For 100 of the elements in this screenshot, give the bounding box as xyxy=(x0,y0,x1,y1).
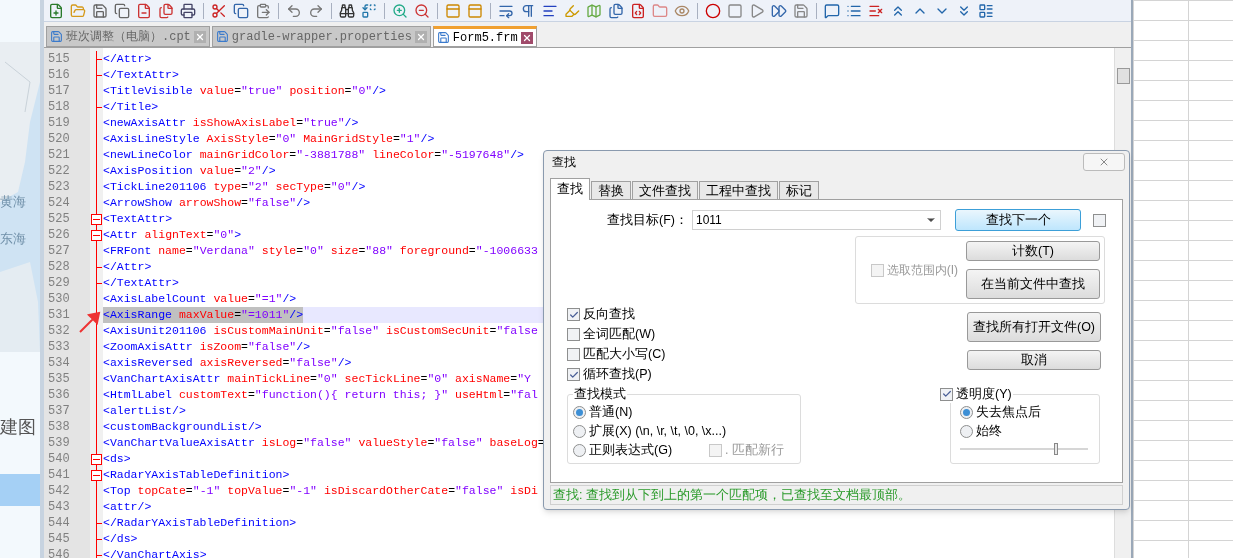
checkbox[interactable] xyxy=(567,368,580,381)
line-number: 531 xyxy=(47,307,71,323)
slider-thumb[interactable] xyxy=(1054,443,1058,455)
line-number: 538 xyxy=(47,419,71,435)
record-icon[interactable] xyxy=(705,2,721,19)
dialog-tab[interactable]: 替换 xyxy=(591,181,631,199)
checkbox[interactable] xyxy=(1093,213,1106,227)
panel-icon[interactable] xyxy=(445,2,461,19)
redo-icon[interactable] xyxy=(308,2,324,19)
fold-toggle[interactable] xyxy=(91,230,102,241)
line-number: 519 xyxy=(47,115,71,131)
line-number: 523 xyxy=(47,179,71,195)
highlighter-icon[interactable] xyxy=(564,2,580,19)
check-icon xyxy=(568,369,579,380)
save-icon[interactable] xyxy=(92,2,108,19)
close-file-icon[interactable] xyxy=(136,2,152,19)
line-number: 525 xyxy=(47,211,71,227)
line-number: 546 xyxy=(47,547,71,558)
option-label: 全词匹配(W) xyxy=(583,326,656,344)
line-number: 522 xyxy=(47,163,71,179)
arrow-annotation xyxy=(79,311,101,333)
line-number: 532 xyxy=(47,323,71,339)
paste-icon[interactable] xyxy=(255,2,271,19)
line-number: 517 xyxy=(47,83,71,99)
check-icon xyxy=(568,309,579,320)
code-line: <FRFont name="Verdana" style="0" size="88" foreground="-1006633 xyxy=(103,243,538,259)
dialog-tab[interactable]: 查找 xyxy=(550,178,590,200)
code-line: </Attr> xyxy=(103,51,152,67)
comment-icon[interactable] xyxy=(824,2,840,19)
close-all-icon[interactable] xyxy=(158,2,174,19)
cut-icon[interactable] xyxy=(211,2,227,19)
line-number: 526 xyxy=(47,227,71,243)
play-icon[interactable] xyxy=(749,2,765,19)
file-tab[interactable]: 班次调整（电脑）.cpt xyxy=(46,26,210,47)
save-macro-icon[interactable] xyxy=(793,2,809,19)
fast-forward-icon[interactable] xyxy=(771,2,787,19)
new-file-icon[interactable] xyxy=(48,2,64,19)
line-number: 544 xyxy=(47,515,71,531)
code-line: <AxisUnit201106 isCustomMainUnit="false" isCustomSecUnit="false xyxy=(103,323,538,339)
pilcrow-icon[interactable] xyxy=(520,2,536,19)
line-number: 518 xyxy=(47,99,71,115)
undo-icon[interactable] xyxy=(286,2,302,19)
checkbox[interactable] xyxy=(567,348,580,361)
code-line: </Title> xyxy=(103,99,159,115)
find-next-button[interactable]: 查找下一个 xyxy=(955,209,1081,231)
radio-button[interactable] xyxy=(960,425,973,438)
fold-toggle[interactable] xyxy=(91,470,102,481)
dialog-tab[interactable]: 标记 xyxy=(779,181,819,199)
zoom-in-icon[interactable] xyxy=(392,2,408,19)
line-number: 541 xyxy=(47,467,71,483)
code-line: <customBackgroundList/> xyxy=(103,419,262,435)
option-label: 选取范围内(I) xyxy=(886,262,958,279)
close-icon xyxy=(415,31,426,42)
dialog-button[interactable]: 在当前文件中查找 xyxy=(966,269,1100,299)
dialog-button[interactable]: 取消 xyxy=(967,350,1101,370)
line-number: 515 xyxy=(47,51,71,67)
map-label: 黄海 xyxy=(0,193,26,211)
files-icon[interactable] xyxy=(608,2,624,19)
close-tab-button[interactable] xyxy=(520,31,533,44)
line-number: 527 xyxy=(47,243,71,259)
line-number: 534 xyxy=(47,355,71,371)
dialog-tab[interactable]: 工程中查找 xyxy=(699,181,778,199)
radio-button[interactable] xyxy=(960,406,973,419)
dialog-button[interactable]: 查找所有打开文件(O) xyxy=(967,312,1101,342)
field-label: 查找目标(F)： xyxy=(607,211,688,229)
replace-icon[interactable] xyxy=(361,2,377,19)
layout-list-icon[interactable] xyxy=(978,2,994,19)
search-icon[interactable] xyxy=(339,2,355,19)
file-icon xyxy=(215,30,229,43)
radio-button[interactable] xyxy=(573,444,586,457)
file-tab[interactable]: gradle-wrapper.properties xyxy=(211,26,431,47)
folder-icon[interactable] xyxy=(652,2,668,19)
zoom-out-icon[interactable] xyxy=(414,2,430,19)
code-line: <alertList/> xyxy=(103,403,186,419)
fold-toggle[interactable] xyxy=(91,214,102,225)
checkbox[interactable] xyxy=(567,308,580,321)
file-icon xyxy=(436,31,450,44)
radio-button[interactable] xyxy=(573,406,586,419)
fold-toggle[interactable] xyxy=(91,454,102,465)
radio-button[interactable] xyxy=(573,425,586,438)
file-tab[interactable]: Form5.frm xyxy=(432,26,537,47)
dialog-button[interactable]: 计数(T) xyxy=(966,241,1100,261)
line-number: 536 xyxy=(47,387,71,403)
line-number: 539 xyxy=(47,435,71,451)
option-label: 循环查找(P) xyxy=(583,366,652,384)
dialog-tab[interactable]: 文件查找 xyxy=(632,181,698,199)
checkbox[interactable] xyxy=(567,328,580,341)
stop-icon[interactable] xyxy=(727,2,743,19)
line-number: 516 xyxy=(47,67,71,83)
map-icon[interactable] xyxy=(586,2,602,19)
function-file-icon[interactable] xyxy=(630,2,646,19)
folder-open-icon[interactable] xyxy=(70,2,86,19)
search-field[interactable]: 1011 xyxy=(691,210,942,230)
copy-icon[interactable] xyxy=(233,2,249,19)
line-number: 545 xyxy=(47,531,71,547)
code-line: <VanChartAxisAttr mainTickLine="0" secTickLine="0" axisName="Y xyxy=(103,371,531,387)
radio-label: 普通(N) xyxy=(589,404,633,422)
code-line: <ds> xyxy=(103,451,131,467)
checkbox[interactable] xyxy=(940,387,953,401)
printer-icon[interactable] xyxy=(180,2,196,19)
